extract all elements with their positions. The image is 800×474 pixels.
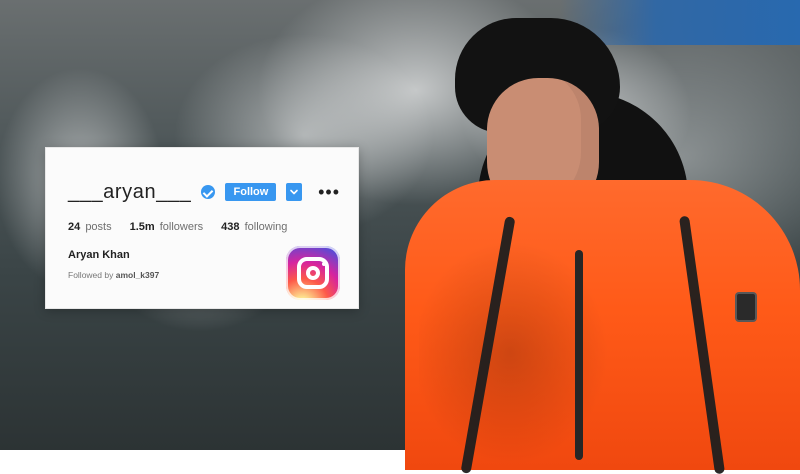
instagram-profile-card: ___aryan___ Follow ••• 24 posts 1.5m fol…	[45, 147, 359, 309]
posts-label: posts	[85, 221, 112, 233]
followed-by-line: Followed by amol_k397	[68, 270, 159, 280]
chevron-down-icon	[290, 189, 299, 195]
posts-count: 24	[68, 221, 81, 233]
profile-username[interactable]: ___aryan___	[68, 181, 191, 204]
follow-button[interactable]: Follow	[225, 183, 277, 201]
profile-stats-row: 24 posts 1.5m followers 438 following	[68, 221, 287, 233]
followed-by-account-link[interactable]: amol_k397	[116, 270, 159, 280]
jacket-patch	[735, 292, 757, 322]
verified-badge-icon	[201, 185, 216, 199]
followed-by-label: Followed by	[68, 270, 114, 280]
more-dots-icon[interactable]: •••	[318, 183, 340, 201]
following-stat[interactable]: 438 following	[221, 221, 287, 233]
posts-stat[interactable]: 24 posts	[68, 221, 112, 233]
instagram-logo-dot	[322, 262, 326, 266]
following-count: 438	[221, 221, 240, 233]
instagram-logo-icon	[286, 246, 340, 300]
followers-label: followers	[159, 221, 204, 233]
follow-options-dropdown-button[interactable]	[286, 183, 303, 201]
followers-count: 1.5m	[129, 221, 155, 233]
profile-header-row: ___aryan___ Follow •••	[68, 178, 340, 206]
followers-stat[interactable]: 1.5m followers	[130, 221, 204, 233]
person-photo	[395, 0, 800, 474]
jacket-shadow	[419, 210, 679, 470]
jacket-zipper	[575, 250, 583, 460]
following-label: following	[244, 221, 288, 233]
profile-full-name: Aryan Khan	[68, 249, 130, 261]
